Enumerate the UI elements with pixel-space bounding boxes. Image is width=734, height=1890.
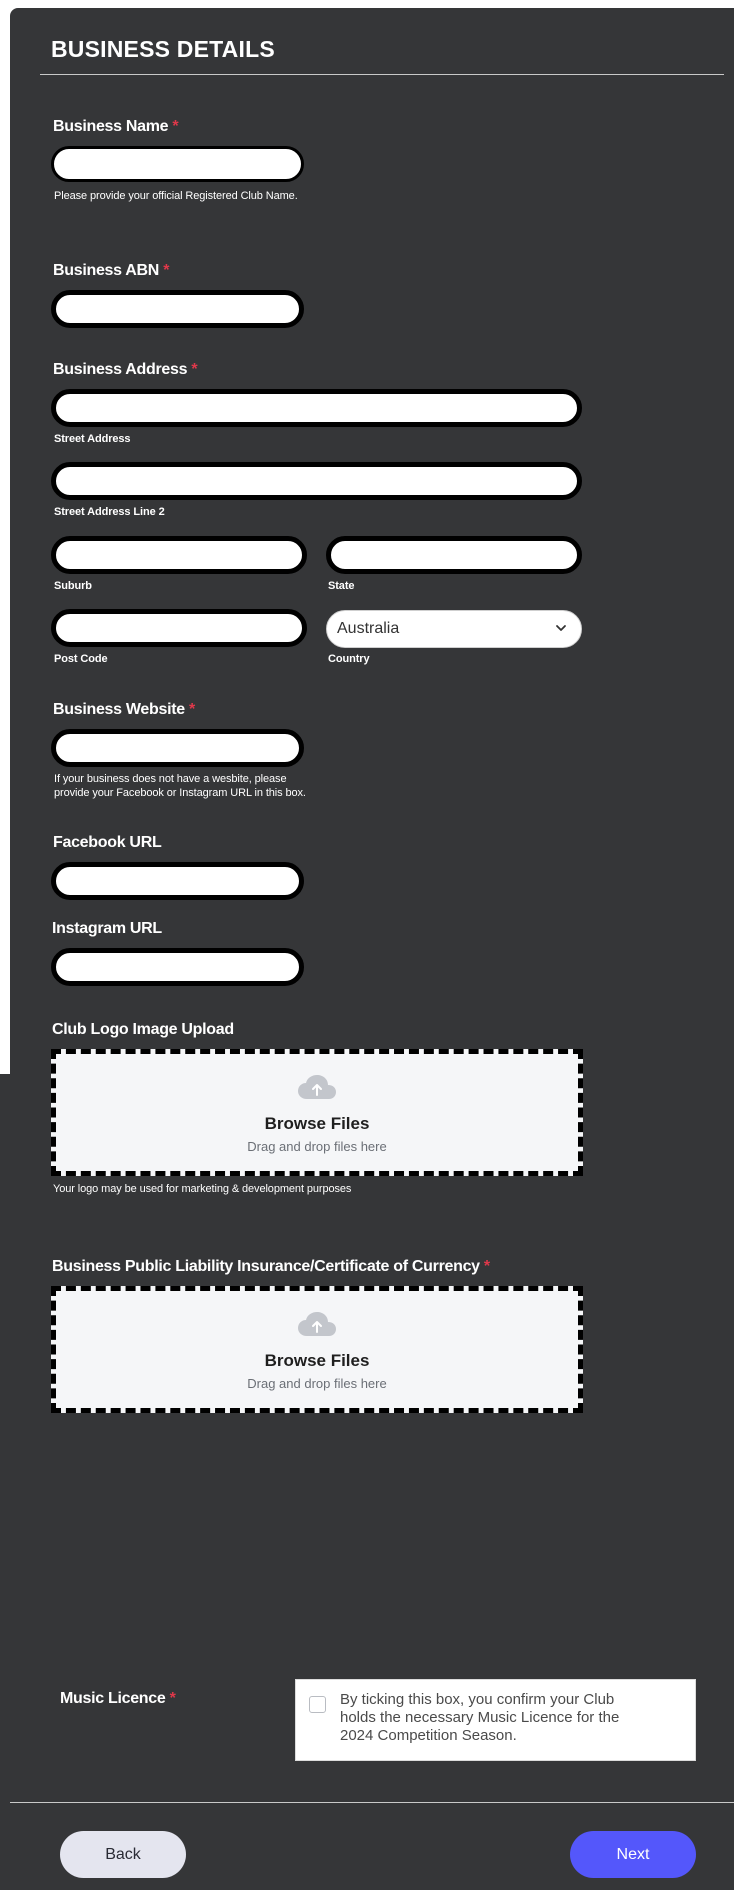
insurance-drag-text: Drag and drop files here — [247, 1376, 387, 1391]
music-licence-confirm-box: By ticking this box, you confirm your Cl… — [295, 1679, 696, 1761]
postcode-sublabel: Post Code — [54, 653, 108, 665]
back-button[interactable]: Back — [60, 1831, 186, 1878]
music-licence-text-line1: By ticking this box, you confirm your Cl… — [340, 1691, 615, 1708]
required-marker: * — [169, 1690, 176, 1707]
required-marker: * — [483, 1258, 490, 1275]
street-address-input[interactable] — [51, 389, 582, 427]
cloud-upload-icon — [298, 1312, 336, 1336]
street-address-sublabel: Street Address — [54, 433, 131, 445]
insurance-dropzone[interactable]: Browse Files Drag and drop files here — [51, 1286, 583, 1413]
street-address-line2-input[interactable] — [51, 462, 582, 500]
club-logo-help: Your logo may be used for marketing & de… — [53, 1183, 352, 1195]
country-select[interactable]: Australia — [326, 610, 582, 648]
required-marker: * — [191, 361, 198, 378]
facebook-url-input[interactable] — [51, 862, 304, 900]
cloud-upload-icon — [298, 1075, 336, 1099]
panel-left-edge — [0, 1074, 10, 1890]
music-licence-text-line3: 2024 Competition Season. — [340, 1727, 517, 1744]
business-website-help-line2: provide your Facebook or Instagram URL i… — [54, 787, 306, 799]
country-sublabel: Country — [328, 653, 370, 665]
business-website-label: Business Website * — [53, 701, 195, 718]
music-licence-title: Music Licence * — [60, 1690, 176, 1707]
music-licence-text: By ticking this box, you confirm your Cl… — [340, 1691, 619, 1745]
chevron-down-icon — [556, 625, 566, 631]
instagram-url-input[interactable] — [51, 948, 304, 986]
next-button[interactable]: Next — [570, 1831, 696, 1878]
business-website-input[interactable] — [51, 729, 304, 767]
state-input[interactable] — [326, 536, 582, 574]
instagram-url-label: Instagram URL — [52, 920, 162, 937]
business-name-help: Please provide your official Registered … — [54, 190, 298, 202]
facebook-url-label: Facebook URL — [53, 834, 162, 851]
suburb-sublabel: Suburb — [54, 580, 92, 592]
business-name-label: Business Name * — [53, 118, 179, 135]
suburb-input[interactable] — [51, 536, 307, 574]
club-logo-drag-text: Drag and drop files here — [247, 1139, 387, 1154]
music-licence-text-line2: holds the necessary Music Licence for th… — [340, 1709, 620, 1726]
street-address-line2-sublabel: Street Address Line 2 — [54, 506, 165, 518]
insurance-label: Business Public Liability Insurance/Cert… — [52, 1258, 490, 1275]
section-divider — [40, 74, 724, 75]
business-name-input[interactable] — [51, 146, 304, 182]
section-title: BUSINESS DETAILS — [51, 36, 275, 62]
insurance-browse-files[interactable]: Browse Files — [56, 1351, 578, 1371]
required-marker: * — [172, 118, 179, 135]
music-licence-checkbox[interactable] — [309, 1696, 326, 1713]
footer-divider — [10, 1802, 734, 1803]
postcode-input[interactable] — [51, 609, 307, 647]
required-marker: * — [163, 262, 170, 279]
business-abn-label: Business ABN * — [53, 262, 170, 279]
club-logo-browse-files[interactable]: Browse Files — [56, 1114, 578, 1134]
form-panel: BUSINESS DETAILS Business Name * Please … — [10, 8, 734, 1890]
required-marker: * — [189, 701, 195, 718]
club-logo-label: Club Logo Image Upload — [52, 1021, 234, 1038]
business-website-help: If your business does not have a wesbite… — [54, 772, 306, 800]
country-selected-value: Australia — [337, 620, 400, 637]
business-abn-input[interactable] — [51, 290, 304, 328]
business-website-help-line1: If your business does not have a wesbite… — [54, 773, 287, 785]
club-logo-dropzone[interactable]: Browse Files Drag and drop files here — [51, 1049, 583, 1176]
business-address-label: Business Address * — [53, 361, 198, 378]
state-sublabel: State — [328, 580, 355, 592]
